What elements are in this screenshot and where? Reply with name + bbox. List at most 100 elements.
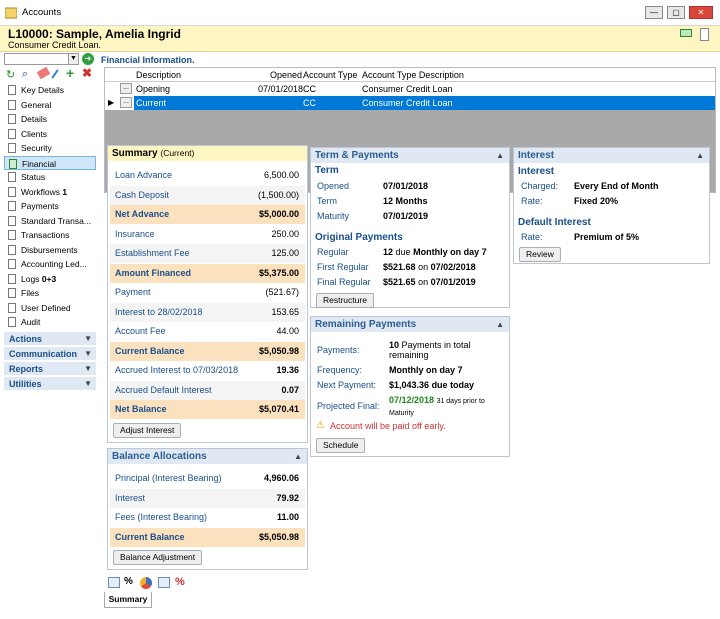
sidebar-item-standard-transactions[interactable]: Standard Transa... <box>4 214 96 228</box>
next-payment-value: $1,043.36 due today <box>389 380 474 390</box>
sidebar-item-label: Clients <box>21 128 47 139</box>
sidebar-item-security[interactable]: Security <box>4 141 96 155</box>
row-value: 6,500.00 <box>263 170 299 180</box>
sidebar-item-audit[interactable]: Audit <box>4 315 96 329</box>
regular-count: 12 <box>383 247 394 257</box>
sidebar-item-label: Transactions <box>21 230 70 240</box>
collapse-icon[interactable]: ▲ <box>696 148 704 163</box>
term-label: Term <box>317 196 337 206</box>
page-icon <box>8 143 16 153</box>
table-row-selected[interactable]: ▶ ... Current CC Consumer Credit Loan <box>105 96 715 110</box>
chevron-down-icon: ▼ <box>84 349 92 358</box>
section-actions[interactable]: Actions ▼ <box>4 332 96 346</box>
sidebar-item-workflows[interactable]: Workflows 1 <box>4 185 96 199</box>
collapse-icon[interactable]: ▲ <box>294 449 302 464</box>
adjust-interest-button[interactable]: Adjust Interest <box>113 423 182 438</box>
term-value: 12 Months <box>383 196 428 206</box>
col-account-type: Account Type <box>303 70 358 80</box>
cell-account-type: CC <box>303 84 316 94</box>
bottom-toolbar: % % <box>104 576 716 590</box>
eraser-icon[interactable] <box>36 66 51 80</box>
pencil-icon[interactable] <box>51 69 59 79</box>
regular-label: Regular <box>317 247 349 257</box>
sidebar-item-label: Audit <box>21 317 41 327</box>
title-bar: Accounts — ▢ ✕ <box>0 0 720 26</box>
row-label: Interest <box>115 492 146 503</box>
cell-account-type-desc: Consumer Credit Loan <box>362 84 453 94</box>
sidebar-item-accounting-ledger[interactable]: Accounting Led... <box>4 257 96 271</box>
row-detail-button[interactable]: ... <box>120 97 132 108</box>
section-reports[interactable]: Reports ▼ <box>4 362 96 376</box>
first-regular-label: First Regular <box>317 262 369 272</box>
section-utilities[interactable]: Utilities ▼ <box>4 377 96 391</box>
sidebar-item-key-details[interactable]: Key Details <box>4 83 96 97</box>
chevron-down-icon[interactable]: ▼ <box>68 53 79 65</box>
tab-summary[interactable]: Summary <box>104 592 152 608</box>
summary-row-interest: Interest to 28/02/2018 153.65 <box>110 302 305 322</box>
row-label: Amount Financed <box>115 267 191 278</box>
sidebar-item-user-defined[interactable]: User Defined <box>4 301 96 315</box>
sidebar-item-label: Key Details <box>21 85 64 95</box>
go-icon[interactable]: ➜ <box>82 53 94 65</box>
collapse-icon[interactable]: ▲ <box>496 317 504 332</box>
percent-icon[interactable]: % <box>175 576 185 588</box>
sidebar-item-label: Files <box>21 288 39 298</box>
row-label: Accrued Default Interest <box>115 384 212 395</box>
row-label: Payment <box>115 287 151 297</box>
collapse-icon[interactable]: ▲ <box>496 148 504 163</box>
sidebar-item-clients[interactable]: Clients <box>4 127 96 141</box>
first-regular-value: $521.68 on 07/02/2018 <box>383 262 476 272</box>
row-label: Insurance <box>115 228 155 239</box>
pie-chart-icon[interactable] <box>140 577 152 589</box>
restructure-button[interactable]: Restructure <box>316 293 374 308</box>
table-row[interactable]: ... Opening 07/01/2018 CC Consumer Credi… <box>105 82 715 96</box>
balance-allocations-title: Balance Allocations <box>112 451 207 462</box>
close-button[interactable]: ✕ <box>689 6 713 19</box>
sidebar: ▼ ➜ ↻ ⌕ + ✖ Key Details General Details … <box>4 52 96 616</box>
sidebar-item-files[interactable]: Files <box>4 286 96 300</box>
row-detail-button[interactable]: ... <box>120 83 132 94</box>
interest-header: Interest ▲ <box>514 148 709 163</box>
sidebar-item-transactions[interactable]: Transactions <box>4 228 96 242</box>
percent-grid-icon[interactable]: % <box>124 576 133 587</box>
projected-date: 07/12/2018 <box>389 395 435 405</box>
maximize-button[interactable]: ▢ <box>667 6 685 19</box>
delete-icon[interactable]: ✖ <box>82 66 92 80</box>
financial-heading: Financial Information. <box>101 55 195 65</box>
sidebar-item-status[interactable]: Status <box>4 170 96 184</box>
summary-row-account-fee: Account Fee 44.00 <box>110 322 305 341</box>
search-icon[interactable]: ⌕ <box>22 68 28 81</box>
bookmark-icon[interactable] <box>700 28 709 41</box>
schedule-button[interactable]: Schedule <box>316 438 366 453</box>
sidebar-item-label: Details <box>21 114 47 124</box>
sidebar-item-details[interactable]: Details <box>4 112 96 126</box>
sidebar-item-payments[interactable]: Payments <box>4 199 96 213</box>
cell-account-type-desc: Consumer Credit Loan <box>362 98 453 108</box>
balance-adjustment-button[interactable]: Balance Adjustment <box>113 550 203 565</box>
row-value: 0.07 <box>281 384 299 395</box>
minimize-button[interactable]: — <box>645 6 663 19</box>
review-button[interactable]: Review <box>519 247 561 262</box>
sidebar-item-financial[interactable]: Financial <box>4 155 96 170</box>
balance-allocations-panel: Balance Allocations ▲ Principal (Interest… <box>107 448 308 570</box>
page-icon <box>8 128 16 139</box>
account-search-input[interactable] <box>4 53 70 65</box>
maturity-label: Maturity <box>317 211 350 221</box>
add-icon[interactable]: + <box>66 65 74 81</box>
sidebar-item-disbursements[interactable]: Disbursements <box>4 243 96 257</box>
interest-title: Interest <box>518 150 555 161</box>
first-amount: $521.68 <box>383 262 416 272</box>
calendar-icon[interactable] <box>158 577 170 588</box>
row-value: 153.65 <box>271 306 299 317</box>
term-payments-header: Term & Payments ▲ <box>311 148 509 163</box>
sidebar-item-logs[interactable]: Logs 0+3 <box>4 272 96 286</box>
sidebar-item-label: Logs <box>21 273 40 284</box>
paid-off-warning: Account will be paid off early. <box>330 421 446 431</box>
chart-icon[interactable] <box>108 577 120 588</box>
section-communication[interactable]: Communication ▼ <box>4 347 96 361</box>
chevron-down-icon: ▼ <box>84 334 92 343</box>
sidebar-item-general[interactable]: General <box>4 98 96 112</box>
money-icon[interactable] <box>680 29 692 37</box>
refresh-icon[interactable]: ↻ <box>6 68 15 81</box>
chevron-down-icon: ▼ <box>84 364 92 373</box>
